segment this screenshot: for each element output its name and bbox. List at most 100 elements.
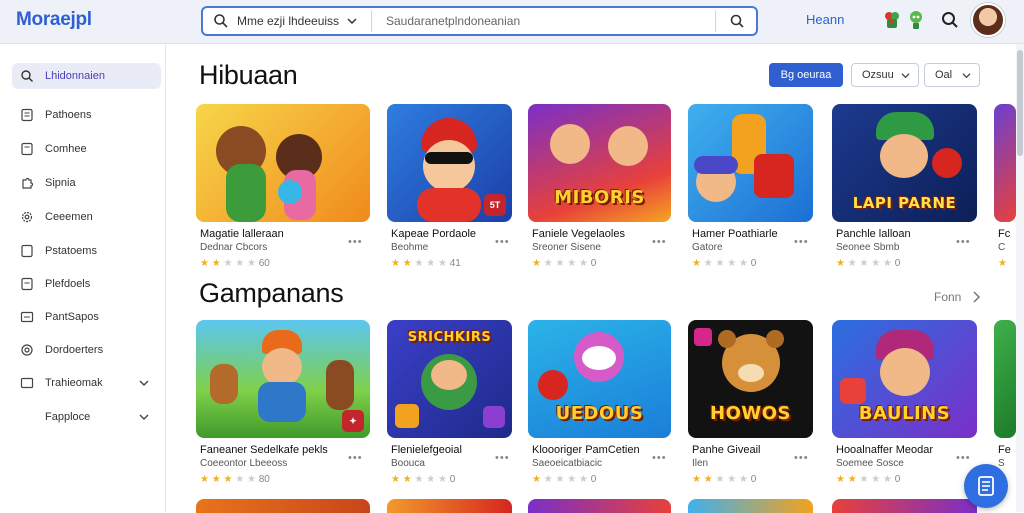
- more-options-icon[interactable]: •••: [956, 452, 971, 464]
- game-thumbnail[interactable]: [196, 104, 370, 222]
- game-thumbnail[interactable]: [387, 499, 512, 513]
- sidebar-item-10[interactable]: Fapploce: [12, 404, 161, 430]
- sidebar-item-9[interactable]: Trahieomak: [12, 370, 161, 396]
- game-title: Panhe Giveail: [692, 444, 761, 456]
- top-bar: Moraejpl Mme ezji lhdeeuiss Heann: [0, 0, 1024, 44]
- game-thumbnail[interactable]: [832, 499, 977, 513]
- more-options-icon[interactable]: •••: [794, 236, 809, 248]
- sidebar-item-6[interactable]: Plefdoels: [12, 271, 161, 297]
- game-logo-art: SRICHKIRS: [407, 330, 492, 345]
- sidebar-item-4[interactable]: Ceeemen: [12, 204, 161, 230]
- game-thumbnail[interactable]: UEDOUS: [528, 320, 671, 438]
- more-options-icon[interactable]: •••: [794, 452, 809, 464]
- puzzle-icon: [22, 177, 34, 189]
- search-scope-label[interactable]: Mme ezji lhdeeuiss: [237, 14, 339, 28]
- sort-select[interactable]: Ozsuu: [851, 63, 919, 87]
- search-icon[interactable]: [938, 8, 962, 32]
- game-thumbnail[interactable]: LAPI PARNE: [832, 104, 977, 222]
- document-icon: [21, 244, 33, 258]
- rating: ★ ★ ★ ★ ★ 80: [200, 474, 270, 485]
- sidebar-item-label: Fapploce: [45, 411, 91, 423]
- game-publisher: Boouca: [391, 458, 425, 469]
- sidebar-item-3[interactable]: Sipnia: [12, 170, 161, 196]
- robot-icon[interactable]: [904, 8, 928, 32]
- game-thumbnail[interactable]: [994, 104, 1016, 222]
- game-thumbnail[interactable]: [688, 104, 813, 222]
- more-options-icon[interactable]: •••: [348, 236, 363, 248]
- user-link[interactable]: Heann: [806, 12, 844, 27]
- game-publisher: C: [998, 242, 1006, 253]
- floating-action-button[interactable]: [964, 464, 1008, 508]
- more-options-icon[interactable]: •••: [348, 452, 363, 464]
- game-logo-art: LAPI PARNE: [852, 194, 957, 212]
- game-logo-art: MIBORIS: [554, 187, 645, 208]
- filter-select[interactable]: Oal: [924, 63, 980, 87]
- search-submit-icon[interactable]: [727, 12, 747, 30]
- chevron-down-icon[interactable]: [347, 14, 357, 28]
- sidebar-item-8[interactable]: Dordoerters: [12, 337, 161, 363]
- sidebar-item-0[interactable]: Lhidonnaien: [12, 63, 161, 89]
- chevron-right-icon[interactable]: [971, 291, 981, 303]
- shield-icon: [21, 344, 33, 356]
- game-thumbnail[interactable]: [994, 320, 1016, 438]
- search-bar[interactable]: Mme ezji lhdeeuiss: [201, 6, 758, 36]
- search-divider: [371, 10, 372, 32]
- game-thumbnail[interactable]: 5T: [387, 104, 512, 222]
- game-thumbnail[interactable]: [196, 499, 370, 513]
- avatar[interactable]: [971, 3, 1005, 37]
- game-title: Kapeae Pordaole: [391, 228, 477, 240]
- game-publisher: Soemee Sosce: [836, 458, 904, 469]
- rating: ★ ★ ★ ★ ★ 0: [532, 474, 597, 485]
- game-thumbnail[interactable]: [688, 499, 813, 513]
- chevron-down-icon[interactable]: [139, 412, 149, 422]
- game-thumbnail[interactable]: MIBORIS: [528, 104, 671, 222]
- sidebar-item-1[interactable]: Pathoens: [12, 102, 161, 128]
- game-publisher: Saeoeicatbiacic: [532, 458, 603, 469]
- game-thumbnail[interactable]: BAULINS: [832, 320, 977, 438]
- game-title: Faniele Vegelaoles: [532, 228, 625, 240]
- rating: ★ ★ ★ ★ ★ 41: [391, 258, 461, 269]
- game-publisher: Ilen: [692, 458, 709, 469]
- game-badge: 5T: [484, 194, 506, 216]
- game-thumbnail[interactable]: HOWOS: [688, 320, 813, 438]
- list-icon: [20, 311, 34, 323]
- app-logo[interactable]: Moraejpl: [16, 9, 92, 31]
- game-thumbnail[interactable]: SRICHKIRS: [387, 320, 512, 438]
- rating: ★ ★ ★ ★ ★ 0: [836, 258, 901, 269]
- game-title: Faneaner Sedelkafe pekls: [200, 444, 328, 456]
- scrollbar-thumb[interactable]: [1017, 50, 1023, 156]
- gift-icon[interactable]: [880, 8, 904, 32]
- game-logo-art: BAULINS: [858, 403, 951, 424]
- game-card[interactable]: Fc C ★: [994, 104, 1016, 274]
- sidebar-item-7[interactable]: PantSapos: [12, 304, 161, 330]
- game-title: Fe: [998, 444, 1011, 456]
- rating: ★ ★ ★ ★ ★ 0: [532, 258, 597, 269]
- more-options-icon[interactable]: •••: [652, 452, 667, 464]
- rating-count: 0: [894, 474, 901, 485]
- document-icon: [21, 108, 33, 122]
- vertical-scrollbar[interactable]: [1016, 44, 1024, 512]
- more-options-icon[interactable]: •••: [495, 236, 510, 248]
- more-options-icon[interactable]: •••: [956, 236, 971, 248]
- more-options-icon[interactable]: •••: [495, 452, 510, 464]
- more-options-icon[interactable]: •••: [652, 236, 667, 248]
- chevron-down-icon[interactable]: [139, 378, 149, 388]
- search-input[interactable]: [386, 12, 706, 30]
- rating: ★ ★ ★ ★ ★ 0: [692, 258, 757, 269]
- game-publisher: Coeeontor Lbeeoss: [200, 458, 288, 469]
- primary-button[interactable]: Bg oeuraa: [769, 63, 843, 87]
- game-thumbnail[interactable]: ✦: [196, 320, 370, 438]
- search-icon: [214, 14, 228, 28]
- game-thumbnail[interactable]: [528, 499, 671, 513]
- game-title: Panchle lalloan: [836, 228, 911, 240]
- game-logo-art: UEDOUS: [555, 403, 644, 424]
- game-publisher: Gatore: [692, 242, 723, 253]
- rating-count: 0: [590, 258, 597, 269]
- sidebar-item-2[interactable]: Comhee: [12, 136, 161, 162]
- rating-count: 41: [449, 258, 461, 269]
- sidebar-item-5[interactable]: Pstatoems: [12, 238, 161, 264]
- gear-icon: [21, 211, 33, 223]
- game-card[interactable]: Fe S ★: [994, 320, 1016, 490]
- see-all-link[interactable]: Fonn: [934, 290, 961, 304]
- game-title: Hamer Poathiarle: [692, 228, 778, 240]
